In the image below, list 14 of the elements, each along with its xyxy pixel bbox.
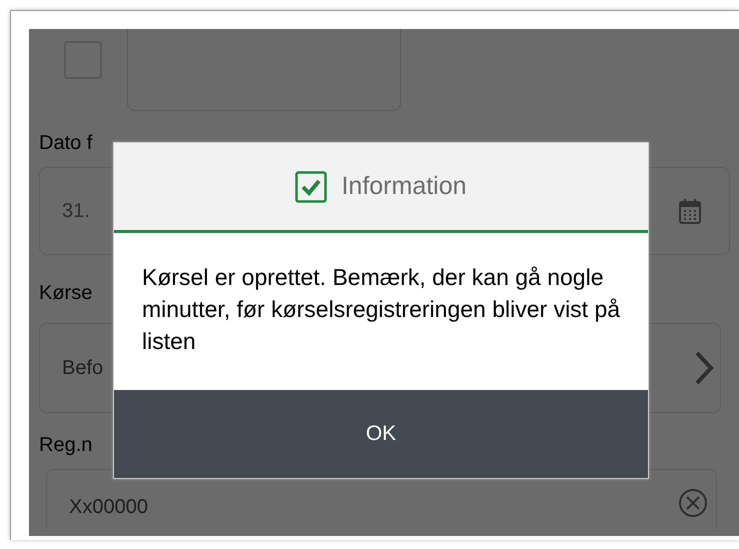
field-label: Reg.n bbox=[39, 435, 92, 455]
date-value: 31. bbox=[62, 199, 90, 224]
select-value: Befo bbox=[62, 356, 104, 381]
field-label: Kørse bbox=[39, 283, 92, 303]
text-area[interactable] bbox=[127, 29, 401, 111]
ok-button[interactable]: OK bbox=[114, 390, 648, 478]
checkbox-check-icon bbox=[295, 170, 328, 202]
dialog-message: Kørsel er oprettet. Bemærk, der kan gå nogle minutter, før kørselsregistreringen bliver vist på listen bbox=[141, 263, 622, 356]
calendar-icon bbox=[679, 198, 701, 224]
chevron-right-icon bbox=[694, 350, 714, 386]
field-label: Dato f bbox=[39, 133, 92, 153]
clear-icon[interactable] bbox=[678, 488, 708, 518]
registration-value: Xx00000 bbox=[69, 494, 148, 520]
dialog-title: Information bbox=[341, 170, 467, 202]
